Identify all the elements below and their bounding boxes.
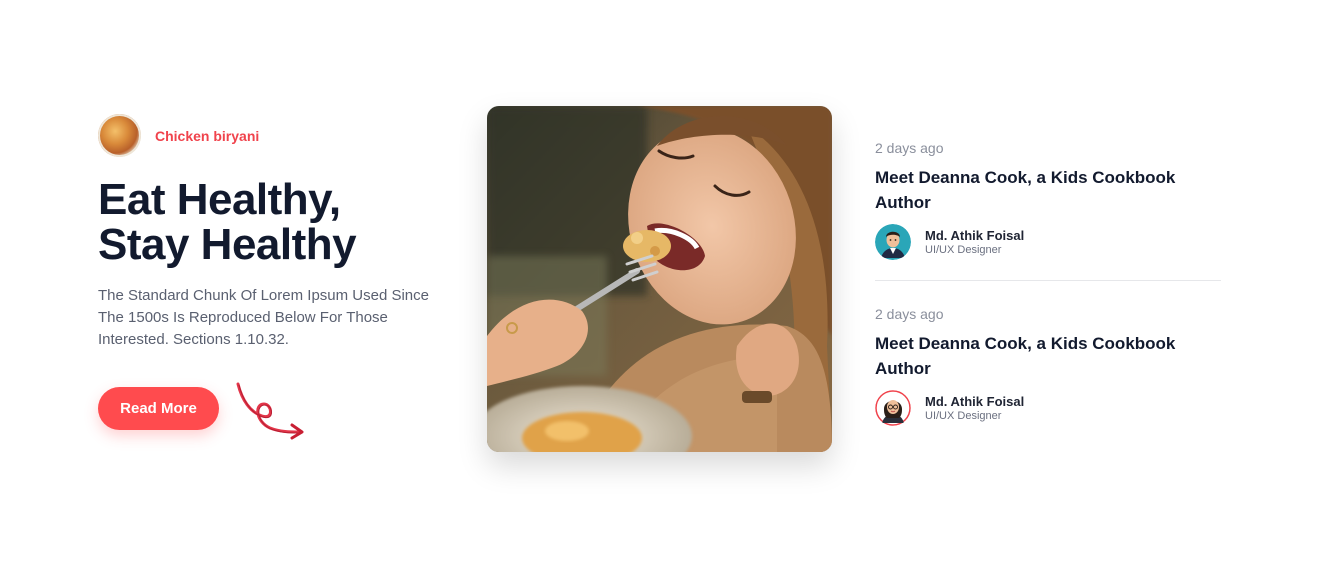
hero-title-line-1: Eat Healthy,	[98, 175, 341, 224]
biryani-thumbnail	[98, 114, 141, 157]
hero-section: Chicken biryani Eat Healthy, Stay Health…	[98, 114, 458, 440]
post-card[interactable]: 2 days ago Meet Deanna Cook, a Kids Cook…	[875, 140, 1221, 260]
post-title-link[interactable]: Meet Deanna Cook, a Kids Cookbook Author	[875, 331, 1205, 381]
recent-posts-list: 2 days ago Meet Deanna Cook, a Kids Cook…	[875, 136, 1221, 426]
author-role: UI/UX Designer	[925, 410, 1002, 422]
post-time: 2 days ago	[875, 306, 944, 322]
author-name: Md. Athik Foisal	[925, 394, 1025, 409]
post-time: 2 days ago	[875, 140, 944, 156]
category-label[interactable]: Chicken biryani	[155, 128, 259, 144]
curly-arrow-icon	[236, 382, 304, 440]
author-name: Md. Athik Foisal	[925, 228, 1025, 243]
hero-title: Eat Healthy, Stay Healthy	[98, 177, 458, 267]
category-tag[interactable]: Chicken biryani	[98, 114, 458, 157]
read-more-button[interactable]: Read More	[98, 387, 219, 430]
post-author: Md. Athik Foisal UI/UX Designer	[875, 390, 1221, 426]
woman-avatar-icon	[875, 390, 911, 426]
man-avatar-icon	[875, 224, 911, 260]
author-role: UI/UX Designer	[925, 244, 1002, 256]
post-author: Md. Athik Foisal UI/UX Designer	[875, 224, 1221, 260]
post-divider	[875, 280, 1221, 281]
post-card[interactable]: 2 days ago Meet Deanna Cook, a Kids Cook…	[875, 306, 1221, 426]
photo-illustration	[487, 106, 832, 452]
woman-eating-photo	[487, 106, 832, 452]
post-title-link[interactable]: Meet Deanna Cook, a Kids Cookbook Author	[875, 165, 1205, 215]
hero-title-line-2: Stay Healthy	[98, 220, 357, 269]
hero-description: The Standard Chunk Of Lorem Ipsum Used S…	[98, 287, 429, 348]
